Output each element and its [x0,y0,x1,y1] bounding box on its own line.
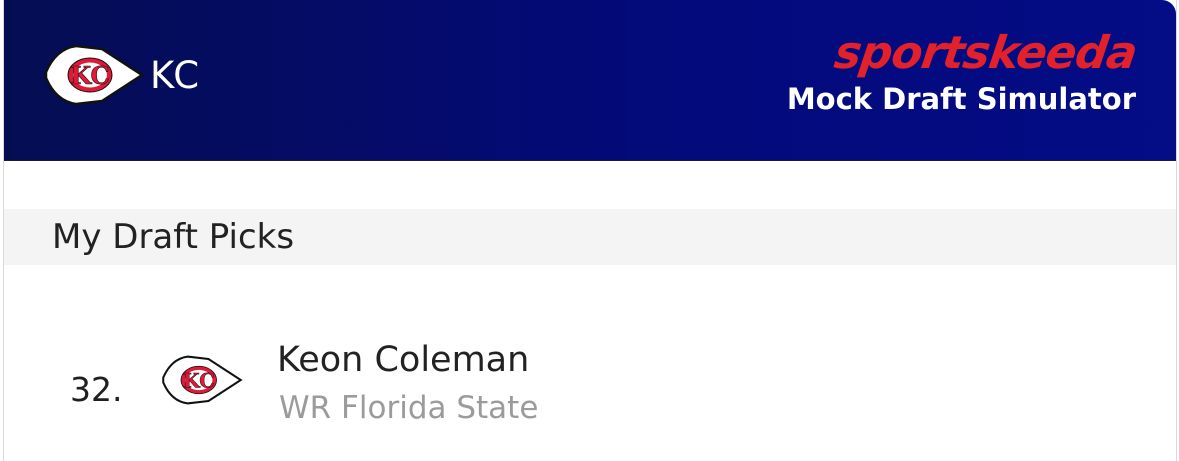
app-header: KC KC sportskeeda Mock Draft Simulator [4,0,1176,161]
pick-number: 32. [70,370,123,409]
sportskeeda-logo[interactable]: sportskeeda [784,26,1140,79]
brand-block: sportskeeda Mock Draft Simulator [786,26,1140,118]
section-title: My Draft Picks [52,217,295,257]
kc-arrowhead-icon: KC [44,44,145,106]
kc-arrowhead-icon: KC [162,355,243,405]
section-header: My Draft Picks [4,209,1176,265]
page-subtitle: Mock Draft Simulator [786,82,1136,116]
draft-card: KC KC sportskeeda Mock Draft Simulator M… [3,0,1177,461]
player-position-school: WR Florida State [279,390,539,426]
team-abbr: KC [150,53,201,97]
svg-text:KC: KC [70,61,109,90]
team-badge: KC KC [42,42,200,108]
draft-pick-row[interactable]: 32. KC Keon Coleman WR Florida State [4,330,1176,440]
player-name: Keon Coleman [277,340,530,380]
svg-text:KC: KC [183,369,215,392]
